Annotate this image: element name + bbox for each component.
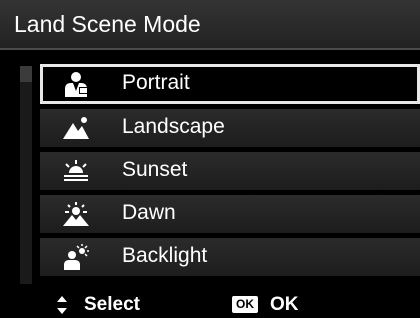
menu-item-label: Dawn: [122, 201, 176, 224]
menu-item-sunset[interactable]: Sunset: [40, 152, 420, 190]
portrait-icon: [65, 72, 88, 97]
backlight-icon: [64, 244, 89, 270]
menu-item-label: Landscape: [122, 115, 225, 138]
footer-hints: Select OK OK: [0, 292, 420, 318]
landscape-icon: [63, 117, 89, 139]
menu-item-portrait[interactable]: Portrait: [40, 64, 420, 104]
menu-item-label: Sunset: [122, 158, 188, 181]
scrollbar[interactable]: [20, 66, 32, 284]
ok-hint-label: OK: [270, 294, 299, 315]
menu-item-landscape[interactable]: Landscape: [40, 109, 420, 147]
dawn-icon: [63, 202, 89, 226]
menu-item-label: Portrait: [122, 71, 190, 94]
menu-item-dawn[interactable]: Dawn: [40, 195, 420, 233]
scrollbar-thumb[interactable]: [20, 66, 32, 82]
page-title: Land Scene Mode: [14, 11, 201, 37]
camera-menu-screen: Land Scene Mode Portrait Landscape Sunse…: [0, 0, 420, 318]
up-down-arrow-icon: [57, 296, 67, 314]
ok-button-icon: OK: [232, 296, 258, 313]
select-hint-label: Select: [84, 294, 140, 315]
sunset-icon: [64, 160, 88, 181]
menu-item-backlight[interactable]: Backlight: [40, 238, 420, 276]
title-bar: Land Scene Mode: [0, 0, 420, 50]
menu-item-label: Backlight: [122, 244, 208, 267]
